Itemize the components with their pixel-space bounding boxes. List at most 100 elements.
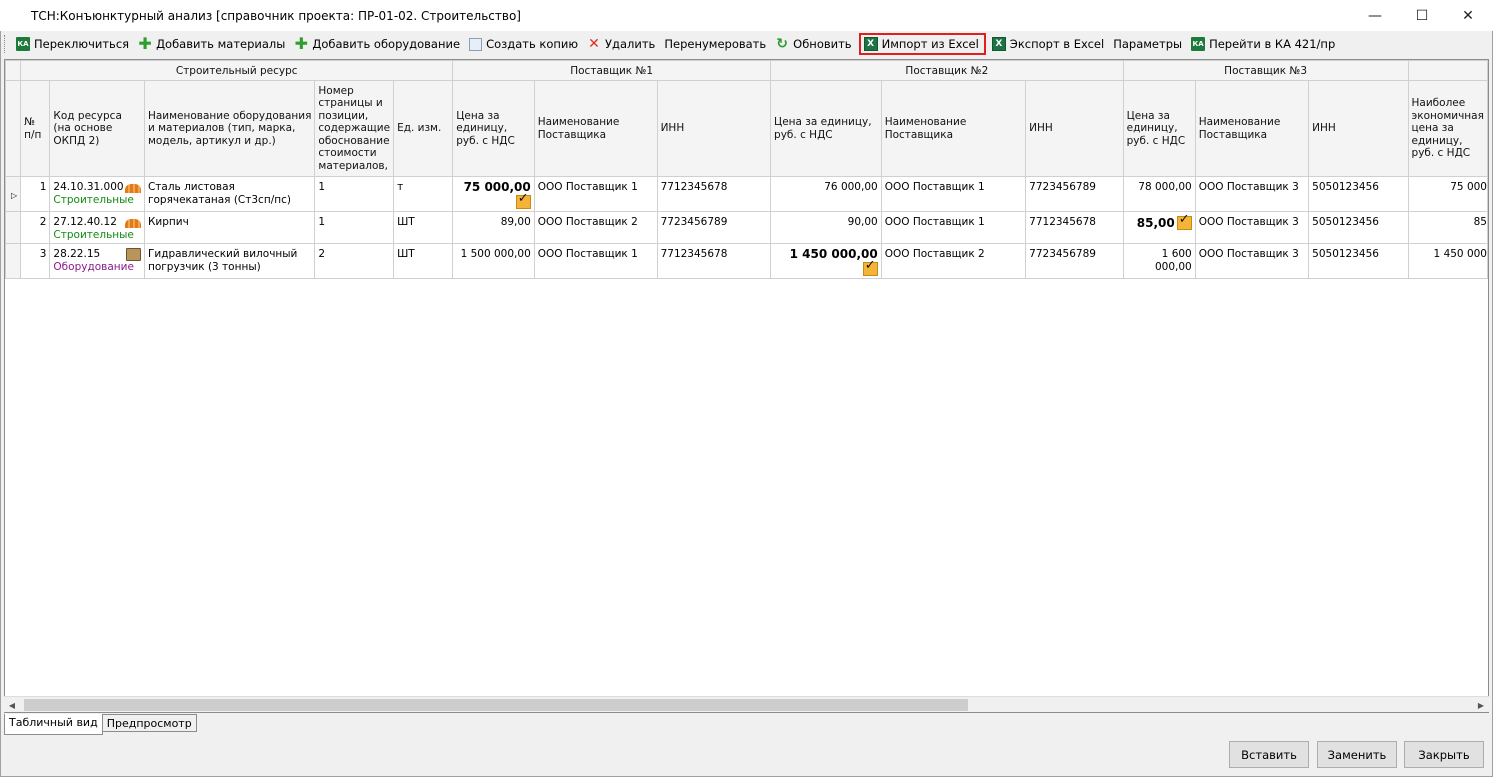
window-title: ТСН:Конъюнктурный анализ [справочник про…	[31, 9, 521, 23]
cell-code[interactable]: 24.10.31.000 Строительные	[49, 176, 145, 212]
col-header-s3-name[interactable]: Наименование Поставщика	[1194, 80, 1310, 177]
cell-s1-name[interactable]: ООО Поставщик 2	[533, 211, 658, 244]
export-excel-button[interactable]: X Экспорт в Excel	[988, 33, 1109, 55]
cell-best[interactable]: 75 000	[1407, 176, 1488, 212]
minimize-button[interactable]: —	[1352, 0, 1398, 31]
cell-s1-inn[interactable]: 7723456789	[656, 211, 772, 244]
close-button[interactable]: Закрыть	[1404, 741, 1484, 768]
toolbar: КА Переключиться ✚ Добавить материалы ✚ …	[4, 32, 1341, 56]
cell-unit[interactable]: ШТ	[393, 211, 454, 244]
scroll-right-icon[interactable]: ▶	[1473, 697, 1489, 713]
add-materials-button[interactable]: ✚ Добавить материалы	[134, 33, 290, 55]
cell-name[interactable]: Сталь листовая горячекатаная (Ст3сп/пс)	[143, 176, 316, 212]
replace-button[interactable]: Заменить	[1317, 741, 1397, 768]
cell-s1-price[interactable]: 89,00	[452, 211, 535, 244]
add-equipment-button[interactable]: ✚ Добавить оборудование	[290, 33, 465, 55]
col-header-best[interactable]: Наиболее экономичная цена за единицу, ру…	[1407, 80, 1488, 177]
cell-num[interactable]: 3	[20, 243, 51, 279]
data-grid[interactable]: Строительный ресурс Поставщик №1 Поставщ…	[4, 59, 1489, 713]
cell-s2-name[interactable]: ООО Поставщик 2	[880, 243, 1027, 279]
col-header-s2-name[interactable]: Наименование Поставщика	[880, 80, 1027, 177]
col-header-s2-inn[interactable]: ИНН	[1025, 80, 1124, 177]
cell-best[interactable]: 1 450 000	[1407, 243, 1488, 279]
cell-name[interactable]: Кирпич	[143, 211, 316, 244]
params-button[interactable]: Параметры	[1109, 33, 1187, 55]
cell-unit[interactable]: ШТ	[393, 243, 454, 279]
create-copy-button[interactable]: Создать копию	[465, 33, 583, 55]
row-indicator[interactable]	[5, 243, 22, 279]
cell-s3-inn[interactable]: 5050123456	[1308, 243, 1409, 279]
group-header-resource: Строительный ресурс	[20, 60, 454, 81]
cell-s1-inn[interactable]: 7712345678	[656, 176, 772, 212]
cell-s3-inn[interactable]: 5050123456	[1308, 176, 1409, 212]
cell-unit[interactable]: т	[393, 176, 454, 212]
scroll-thumb[interactable]	[24, 699, 968, 711]
maximize-button[interactable]: ☐	[1399, 0, 1445, 31]
cell-s3-inn[interactable]: 5050123456	[1308, 211, 1409, 244]
refresh-button[interactable]: ↻ Обновить	[771, 33, 856, 55]
excel-icon: X	[863, 37, 878, 51]
cell-s1-inn[interactable]: 7712345678	[656, 243, 772, 279]
col-header-s1-name[interactable]: Наименование Поставщика	[533, 80, 658, 177]
cell-s2-price[interactable]: 90,00	[770, 211, 882, 244]
cell-page[interactable]: 2	[314, 243, 395, 279]
group-header-row: Строительный ресурс Поставщик №1 Поставщ…	[5, 60, 1488, 81]
col-header-s1-inn[interactable]: ИНН	[656, 80, 772, 177]
table-row[interactable]: 2 27.12.40.12 Строительные Кирпич 1 ШТ 89…	[5, 211, 1488, 244]
switch-button[interactable]: КА Переключиться	[12, 33, 134, 55]
table-row[interactable]: ▷ 1 24.10.31.000 Строительные Сталь листо…	[5, 176, 1488, 212]
renumber-button[interactable]: Перенумеровать	[660, 33, 771, 55]
view-tabs: Табличный вид Предпросмотр	[4, 714, 197, 736]
col-header-unit[interactable]: Ед. изм.	[393, 80, 454, 177]
cell-num[interactable]: 1	[20, 176, 51, 212]
cell-code[interactable]: 27.12.40.12 Строительные	[49, 211, 145, 244]
cell-s3-price[interactable]: 85,00	[1122, 211, 1196, 244]
delete-button[interactable]: ✕ Удалить	[583, 33, 660, 55]
import-excel-button[interactable]: X Импорт из Excel	[858, 33, 986, 55]
cell-best[interactable]: 85	[1407, 211, 1488, 244]
cell-s3-price[interactable]: 1 600 000,00	[1122, 243, 1196, 279]
toolbar-grip[interactable]	[4, 35, 9, 53]
col-header-code[interactable]: Код ресурса (на основе ОКПД 2)	[49, 80, 145, 177]
cell-s1-name[interactable]: ООО Поставщик 1	[533, 243, 658, 279]
cell-s1-price[interactable]: 1 500 000,00	[452, 243, 535, 279]
cell-page[interactable]: 1	[314, 211, 395, 244]
cell-s3-name[interactable]: ООО Поставщик 3	[1194, 211, 1310, 244]
row-indicator[interactable]: ▷	[5, 176, 22, 212]
row-indicator[interactable]	[5, 211, 22, 244]
cell-num[interactable]: 2	[20, 211, 51, 244]
cell-page[interactable]: 1	[314, 176, 395, 212]
cell-s2-name[interactable]: ООО Поставщик 1	[880, 176, 1027, 212]
cell-s2-name[interactable]: ООО Поставщик 1	[880, 211, 1027, 244]
close-window-button[interactable]: ✕	[1445, 0, 1491, 31]
cell-s2-inn[interactable]: 7712345678	[1025, 211, 1124, 244]
tab-table-view[interactable]: Табличный вид	[4, 714, 103, 735]
insert-button[interactable]: Вставить	[1229, 741, 1309, 768]
import-excel-label: Импорт из Excel	[881, 37, 979, 51]
cell-s1-name[interactable]: ООО Поставщик 1	[533, 176, 658, 212]
cell-s2-price[interactable]: 1 450 000,00	[770, 243, 882, 279]
col-header-num[interactable]: № п/п	[20, 80, 51, 177]
cell-s2-inn[interactable]: 7723456789	[1025, 176, 1124, 212]
code-value: 24.10.31.000	[53, 181, 124, 193]
cell-s3-price[interactable]: 78 000,00	[1122, 176, 1196, 212]
col-header-page[interactable]: Номер страницы и позиции, содержащие обо…	[314, 80, 395, 177]
cell-s2-inn[interactable]: 7723456789	[1025, 243, 1124, 279]
horizontal-scrollbar[interactable]: ◀ ▶	[4, 696, 1489, 712]
cell-name[interactable]: Гидравлический вилочный погрузчик (3 тон…	[143, 243, 316, 279]
scroll-left-icon[interactable]: ◀	[4, 697, 20, 713]
cell-s2-price[interactable]: 76 000,00	[770, 176, 882, 212]
col-header-s1-price[interactable]: Цена за единицу, руб. с НДС	[452, 80, 535, 177]
cell-s3-name[interactable]: ООО Поставщик 3	[1194, 176, 1310, 212]
cell-s3-name[interactable]: ООО Поставщик 3	[1194, 243, 1310, 279]
table-row[interactable]: 3 28.22.15 Оборудование Гидравлический ви…	[5, 243, 1488, 279]
col-header-s3-inn[interactable]: ИНН	[1308, 80, 1409, 177]
header-indicator	[5, 80, 22, 177]
cell-code[interactable]: 28.22.15 Оборудование	[49, 243, 145, 279]
cell-s1-price[interactable]: 75 000,00	[452, 176, 535, 212]
goto-ka-button[interactable]: КА Перейти в КА 421/пр	[1187, 33, 1340, 55]
col-header-s2-price[interactable]: Цена за единицу, руб. с НДС	[770, 80, 882, 177]
tab-preview[interactable]: Предпросмотр	[101, 714, 197, 732]
col-header-s3-price[interactable]: Цена за единицу, руб. с НДС	[1122, 80, 1196, 177]
col-header-name[interactable]: Наименование оборудования и материалов (…	[143, 80, 316, 177]
